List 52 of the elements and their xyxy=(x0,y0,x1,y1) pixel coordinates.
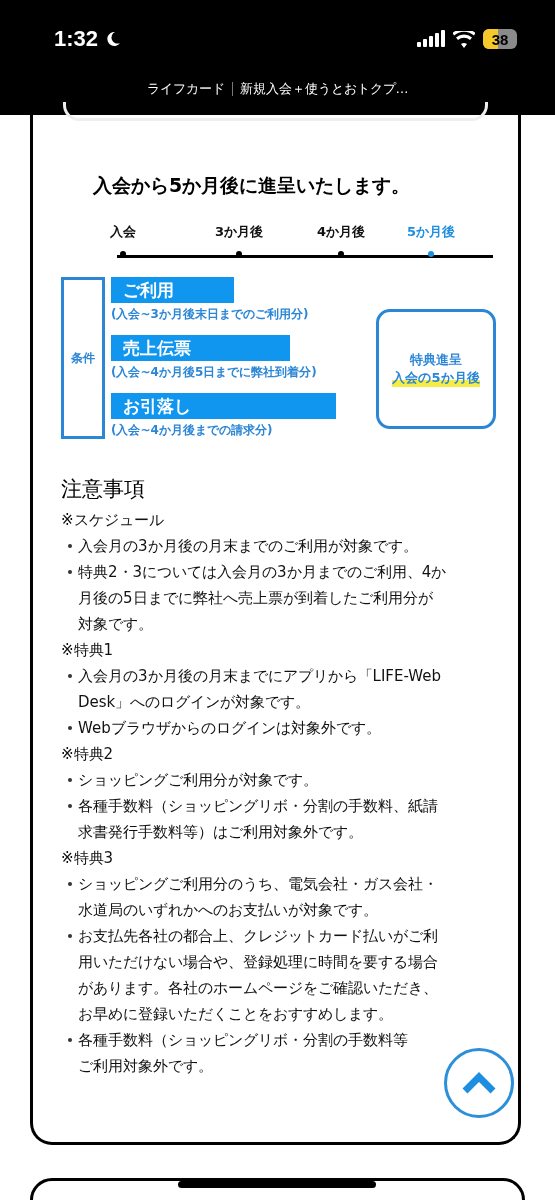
condition-note: (入会~4か月後5日までに弊社到着分) xyxy=(111,364,318,381)
note-text: お早めに登録いただくことをおすすめします。 xyxy=(78,1004,394,1025)
note-text: ショッピングご利用分のうち、電気会社・ガス会社・ xyxy=(78,874,438,895)
condition-note: (入会~4か月後までの請求分) xyxy=(111,422,274,439)
bullet-icon xyxy=(67,778,72,782)
bullet-icon xyxy=(67,804,72,808)
timeline-label: 入会 xyxy=(110,223,136,241)
note-text: ご利用対象外です。 xyxy=(78,1056,214,1077)
site-name: ライフカード xyxy=(146,80,225,98)
note-text: 入会月の3か月後の月末までにアプリから「LIFE-Web xyxy=(78,666,441,687)
note-text: ショッピングご利用分が対象です。 xyxy=(78,770,318,791)
note-text: お支払先各社の都合上、クレジットカード払いがご利 xyxy=(78,926,438,947)
note-text: Desk」へのログインが対象です。 xyxy=(78,692,312,713)
notes-heading: 注意事項 xyxy=(61,476,146,503)
condition-note: (入会~3か月後末日までのご利用分) xyxy=(111,306,310,323)
note-text: 求書発行手数料等）はご利用対象外です。 xyxy=(78,822,364,843)
chevron-up-icon xyxy=(462,1072,496,1094)
condition-title: ご利用 xyxy=(111,277,234,303)
page-title: 新規入会＋使うとおトクプ… xyxy=(239,80,409,98)
bullet-icon xyxy=(67,570,72,574)
wifi-icon xyxy=(453,30,475,48)
note-text: 入会月の3か月後の月末までのご利用が対象です。 xyxy=(78,536,418,557)
note-text: 各種手数料（ショッピングリボ・分割の手数料、紙請 xyxy=(78,796,438,817)
note-text: 各種手数料（ショッピングリボ・分割の手数料等 xyxy=(78,1030,408,1051)
note-section-label: ※スケジュール xyxy=(61,510,165,531)
condition-title: 売上伝票 xyxy=(111,335,290,361)
timeline-label: 5か月後 xyxy=(406,223,455,241)
timeline-label: 4か月後 xyxy=(316,223,365,241)
note-text: 用いただけない場合や、登録処理に時間を要する場合 xyxy=(78,952,438,973)
section-heading: 入会から5か月後に進呈いたします。 xyxy=(93,173,412,198)
bullet-icon xyxy=(67,1038,72,1042)
timeline-label: 3か月後 xyxy=(214,223,263,241)
note-section-label: ※特典3 xyxy=(61,848,115,869)
note-section-label: ※特典2 xyxy=(61,744,115,765)
note-text: 水道局のいずれかへのお支払いが対象です。 xyxy=(78,900,379,921)
bullet-icon xyxy=(67,674,72,678)
bullet-icon xyxy=(67,882,72,886)
note-text: があります。各社のホームページをご確認いただき、 xyxy=(78,978,438,999)
reward-text: 特典進呈 xyxy=(410,351,462,369)
bullet-icon xyxy=(67,934,72,938)
timeline-dot xyxy=(428,251,434,257)
signal-icon xyxy=(417,30,445,48)
condition-title: お引落し xyxy=(111,393,336,419)
note-text: 月後の5日までに弊社へ売上票が到着したご利用分が xyxy=(78,588,434,609)
note-text: 対象です。 xyxy=(78,614,154,635)
note-text: 特典2・3については入会月の3か月までのご利用、4か xyxy=(78,562,447,583)
note-text: Webブラウザからのログインは対象外です。 xyxy=(78,718,381,739)
status-time: 1:32 xyxy=(54,26,99,52)
note-section-label: ※特典1 xyxy=(61,640,115,661)
bullet-icon xyxy=(67,726,72,730)
conditions-label: 条件 xyxy=(61,277,105,439)
bullet-icon xyxy=(67,544,72,548)
